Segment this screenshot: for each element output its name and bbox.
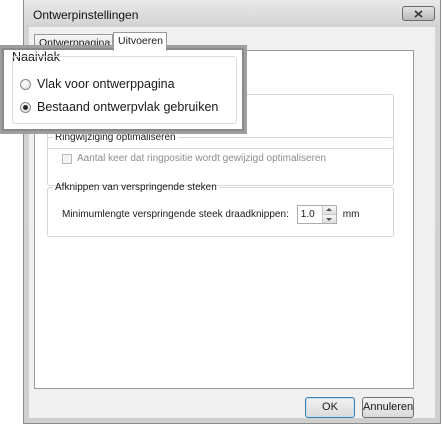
radio-design-page-label: Vlak voor ontwerppagina: [37, 77, 175, 91]
title-bar[interactable]: Ontwerpinstellingen: [24, 0, 440, 27]
hoop-change-legend: Ringwijziging optimaliseren: [55, 132, 176, 143]
trim-unit: mm: [342, 209, 360, 220]
trim-length-value[interactable]: 1.0: [298, 206, 322, 223]
radio-design-page-area[interactable]: Vlak voor ontwerppagina: [20, 77, 175, 91]
trim-group: Afknippen van verspringende steken Minim…: [47, 182, 394, 237]
arrow-down-icon: [325, 218, 332, 221]
close-icon: [414, 9, 423, 18]
hoop-change-row[interactable]: Aantal keer dat ringpositie wordt gewijz…: [62, 153, 326, 164]
window-title: Ontwerpinstellingen: [33, 8, 139, 22]
optimize-hoop-checkbox[interactable]: [62, 153, 72, 164]
radio-button-checked[interactable]: [20, 101, 31, 113]
cancel-button[interactable]: Annuleren: [362, 397, 414, 418]
arrow-up-icon: [325, 208, 332, 211]
optimize-hoop-label: Aantal keer dat ringpositie wordt gewijz…: [77, 153, 327, 164]
radio-existing-design-label: Bestaand ontwerpvlak gebruiken: [37, 100, 219, 114]
trim-field-label: Minimumlengte verspringende steek draadk…: [62, 209, 289, 220]
radio-button-unchecked[interactable]: [20, 78, 31, 90]
tab-uitvoeren[interactable]: Uitvoeren: [113, 32, 167, 51]
trim-legend: Afknippen van verspringende steken: [55, 182, 217, 193]
trim-row: Minimumlengte verspringende steek draadk…: [62, 205, 359, 224]
spinner-down-button[interactable]: [322, 214, 336, 223]
radio-existing-design-area[interactable]: Bestaand ontwerpvlak gebruiken: [20, 100, 218, 114]
close-button[interactable]: [402, 6, 435, 21]
spinner-up-button[interactable]: [322, 206, 336, 214]
sewing-area-zoom-callout: Naaivlak Vlak voor ontwerppagina Bestaan…: [2, 48, 244, 131]
hoop-change-group: Ringwijziging optimaliseren Aantal keer …: [47, 132, 394, 186]
ok-button[interactable]: OK: [305, 397, 355, 418]
trim-length-spinner[interactable]: 1.0: [296, 205, 337, 224]
